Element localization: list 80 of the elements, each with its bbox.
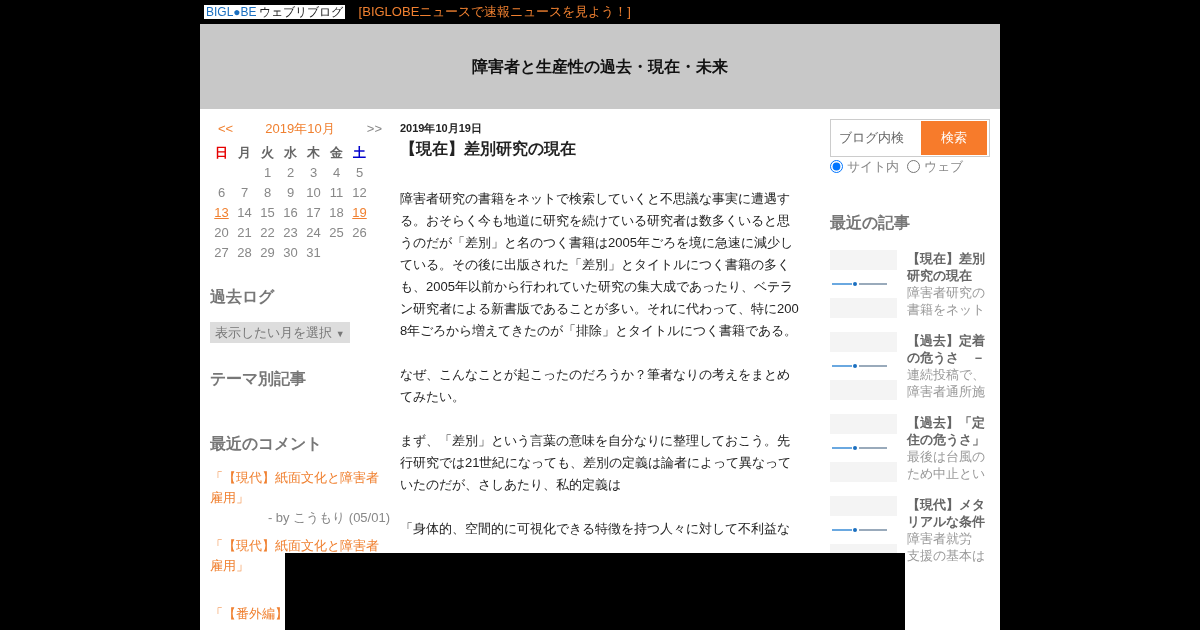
blog-title: 障害者と生産性の過去・現在・未来 (472, 56, 728, 77)
post-link[interactable]: 【過去】定着 (907, 331, 987, 349)
post-link[interactable]: 【現代】メタ (907, 495, 987, 513)
calendar-day: 20 (210, 222, 233, 243)
radio-button[interactable] (907, 160, 920, 174)
thumbnail[interactable] (830, 413, 897, 482)
weekday-label: 水 (283, 143, 298, 162)
calendar-day: 31 (302, 242, 325, 263)
calendar-day: 26 (348, 222, 371, 243)
calendar-day: 24 (302, 222, 325, 243)
next-month-link[interactable]: >> (366, 119, 382, 139)
caret-icon: ▼ (335, 328, 345, 339)
post-excerpt: 支援の基本は (907, 546, 986, 564)
calendar-day: 5 (348, 162, 371, 183)
calendar-day: 15 (256, 202, 279, 223)
calendar-day: 17 (302, 202, 325, 223)
calendar-day: 3 (302, 162, 325, 183)
weekday-label: 土 (352, 143, 367, 162)
calendar-day: 10 (302, 182, 325, 203)
post-paragraph: なぜ、こんなことが起こったのだろうか？筆者なりの考えをまとめてみたい。 (400, 366, 791, 407)
weekday-label: 月 (237, 143, 252, 162)
calendar-day: 23 (279, 222, 302, 243)
calendar-day: 30 (279, 242, 302, 263)
post-link[interactable]: リアルな条件 (907, 512, 987, 530)
post-date: 2019年10月19日 (400, 121, 483, 135)
radio-button[interactable] (830, 160, 843, 174)
month-select[interactable]: 表示したい月を選択 ▼ (210, 321, 350, 344)
logo-icon (830, 362, 890, 369)
calendar-day: 8 (256, 182, 279, 203)
section-heading: 最近の記事 (830, 212, 911, 232)
radio-label: サイト内 (847, 158, 899, 176)
post-paragraph: まず、「差別」という言葉の意味を自分なりに整理しておこう。先行研究では21世紀になっても、差別の定義は論者によって異なっていたのだが、さしあたり、私的定義は (400, 432, 793, 495)
calendar-day: 4 (325, 162, 348, 183)
section-heading: 最近のコメント (210, 434, 323, 454)
logo-icon (830, 444, 890, 451)
calendar-day: 9 (279, 182, 302, 203)
post-link[interactable]: 住の危うさ」 (907, 430, 987, 448)
calendar-day: 14 (233, 202, 256, 223)
calendar-day: 7 (233, 182, 256, 203)
calendar-day: 18 (325, 202, 348, 223)
section-heading: テーマ別記事 (210, 369, 307, 389)
calendar-day: 2 (279, 162, 302, 183)
logo: BIGL●BE ウェブリブログ (204, 5, 345, 19)
comment-byline: - by こうもり (05/01) (266, 508, 390, 527)
news-link[interactable]: [BIGLOBEニュースで速報ニュースを見よう！] (358, 2, 631, 22)
post-link[interactable]: の危うさ － (907, 348, 987, 366)
weekday-label: 金 (329, 143, 344, 162)
calendar-day: 25 (325, 222, 348, 243)
calendar-day: 22 (256, 222, 279, 243)
post-excerpt: 障害者研究の (907, 283, 986, 301)
weekday-label: 火 (260, 143, 275, 162)
logo-icon (830, 280, 890, 287)
post-excerpt: 障害者就労 (907, 529, 973, 547)
post-paragraph: 障害者研究の書籍をネットで検索していくと不思議な事実に遭遇する。おそらく今も地道に研究を続けている研究者は数多くいると思うのだが「差別」と名のつく書籍は2005年ごろを境に急速に減少している。その後に出版された「差別」とタイトルにつく書籍の多くも、2005年以前から行われていた研究の集大成であったり、ベテラン研究者による新書版であることが多い。それに代わって、特に2008年ごろから増えてきたのが「排除」とタイトルにつく書籍である。 (400, 190, 800, 341)
calendar-day: 29 (256, 242, 279, 263)
post-excerpt: 連続投稿で、 (907, 365, 986, 383)
weekday-label: 日 (214, 143, 229, 162)
post-excerpt: 最後は台風の (907, 447, 986, 465)
thumbnail[interactable] (830, 249, 897, 318)
post-link[interactable]: 研究の現在 (907, 266, 987, 284)
calendar-day: 1 (256, 162, 279, 183)
thumbnail[interactable] (830, 331, 897, 400)
post-title: 【現在】差別研究の現在 (400, 139, 577, 159)
post-link[interactable]: 【過去】「定 (907, 413, 987, 431)
logo-icon (830, 526, 890, 533)
post-link[interactable]: 【現在】差別 (907, 249, 987, 267)
calendar-day: 27 (210, 242, 233, 263)
weekday-label: 木 (306, 143, 321, 162)
calendar-day: 12 (348, 182, 371, 203)
calendar-day: 28 (233, 242, 256, 263)
calendar-day: 11 (325, 182, 348, 203)
post-paragraph: 「身体的、空間的に可視化できる特徴を持つ人々に対して不利益な (400, 520, 791, 539)
post-excerpt: 書籍をネット (907, 300, 986, 318)
radio-label: ウェブ (924, 158, 963, 176)
post-excerpt: ため中止とい (907, 464, 986, 482)
calendar-day: 6 (210, 182, 233, 203)
calendar-day: 16 (279, 202, 302, 223)
post-excerpt: 障害者通所施 (907, 382, 986, 400)
calendar-day: 21 (233, 222, 256, 243)
section-heading: 過去ログ (210, 286, 276, 306)
